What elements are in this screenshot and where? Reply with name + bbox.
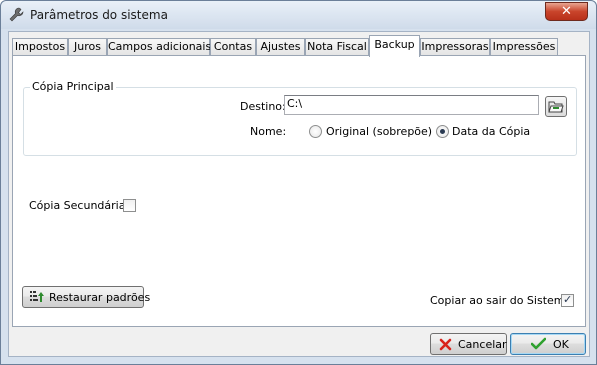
- cancel-label: Cancelar: [458, 338, 507, 351]
- title-bar[interactable]: Parâmetros do sistema ✕: [1, 1, 596, 29]
- tab-impressoras[interactable]: Impressoras: [420, 38, 490, 56]
- x-mark-icon: [439, 338, 452, 351]
- dialog-window: Parâmetros do sistema ✕ Impostos Juros C…: [0, 0, 597, 365]
- tab-impressoes[interactable]: Impressões: [490, 38, 558, 56]
- restore-defaults-label: Restaurar padrões: [49, 291, 151, 304]
- destino-label: Destino:: [240, 100, 286, 113]
- radio-data-da-copia-label: Data da Cópia: [452, 125, 531, 138]
- tab-contas[interactable]: Contas: [210, 38, 256, 56]
- nome-label: Nome:: [250, 125, 287, 138]
- tab-label: Ajustes: [260, 40, 301, 53]
- primary-copy-group: Cópia Principal Destino: C:\ Nome: Origi…: [23, 80, 577, 156]
- tab-nota-fiscal[interactable]: Nota Fiscal: [305, 38, 369, 56]
- radio-data-da-copia[interactable]: [436, 125, 449, 138]
- ok-label: OK: [553, 338, 569, 351]
- tab-juros[interactable]: Juros: [68, 38, 107, 56]
- folder-open-icon: [548, 101, 564, 113]
- tab-ajustes[interactable]: Ajustes: [256, 38, 305, 56]
- copy-on-exit-checkbox[interactable]: ✓: [561, 293, 574, 307]
- tab-label: Impressoras: [421, 40, 489, 53]
- checkmark-icon: ✓: [563, 293, 573, 306]
- client-area: Impostos Juros Campos adicionais Contas …: [8, 31, 590, 357]
- backup-tab-page: Cópia Principal Destino: C:\ Nome: Origi…: [12, 55, 586, 327]
- sort-arrow-up-icon: [30, 291, 44, 302]
- tab-label: Nota Fiscal: [307, 40, 367, 53]
- browse-button[interactable]: [545, 96, 567, 117]
- window-title: Parâmetros do sistema: [30, 8, 168, 22]
- tab-backup[interactable]: Backup: [369, 35, 420, 57]
- tab-campos-adicionais[interactable]: Campos adicionais: [107, 38, 212, 56]
- wrench-icon: [9, 7, 24, 22]
- tab-label: Impostos: [14, 40, 66, 53]
- copy-on-exit-label: Copiar ao sair do Sistema: [430, 294, 572, 307]
- secondary-copy-checkbox[interactable]: [123, 199, 136, 212]
- checkmark-icon: [531, 337, 546, 350]
- tab-impostos[interactable]: Impostos: [12, 38, 68, 56]
- destino-input[interactable]: C:\: [284, 95, 539, 115]
- radio-original[interactable]: [309, 125, 322, 138]
- secondary-copy-label: Cópia Secundária: [29, 199, 126, 212]
- tab-label: Backup: [374, 38, 415, 51]
- tab-label: Campos adicionais: [108, 40, 212, 53]
- ok-button[interactable]: OK: [510, 333, 586, 355]
- tab-label: Contas: [213, 40, 253, 53]
- close-icon: ✕: [561, 4, 572, 19]
- tab-label: Impressões: [492, 40, 556, 53]
- restore-defaults-button[interactable]: Restaurar padrões: [22, 286, 150, 308]
- primary-copy-title: Cópia Principal: [30, 80, 116, 93]
- close-button[interactable]: ✕: [545, 2, 588, 21]
- radio-original-label: Original (sobrepõe): [326, 125, 433, 138]
- tab-label: Juros: [74, 40, 101, 53]
- cancel-button[interactable]: Cancelar: [430, 333, 507, 355]
